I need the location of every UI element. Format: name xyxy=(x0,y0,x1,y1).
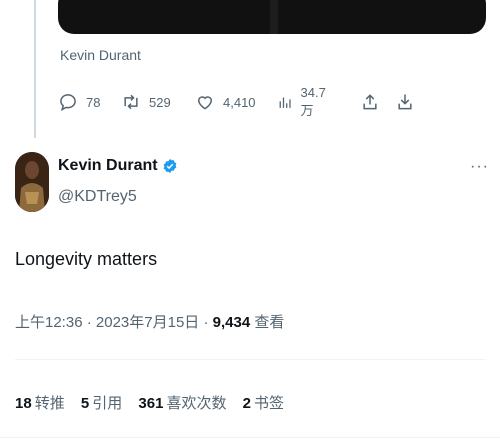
view-count: 34.7万 xyxy=(300,85,326,118)
bookmarks-label: 书签 xyxy=(253,395,284,412)
tweet-date[interactable]: 2023年7月15日 xyxy=(96,314,199,331)
views-button[interactable]: 34.7万 xyxy=(277,85,330,118)
tweet-meta: 上午12:36 · 2023年7月15日 · 9,434 查看 xyxy=(15,311,284,332)
likes-label: 喜欢次数 xyxy=(166,395,227,412)
like-button[interactable]: 4,410 xyxy=(195,90,256,114)
tweet-views-count: 9,434 xyxy=(212,314,251,331)
reply-button[interactable]: 78 xyxy=(58,90,100,114)
quotes-count: 5 xyxy=(80,395,90,412)
more-options-icon[interactable]: ··· xyxy=(470,158,489,176)
meta-separator: · xyxy=(203,314,209,331)
retweets-label: 转推 xyxy=(34,395,65,412)
retweet-count: 529 xyxy=(149,94,171,110)
avatar-image xyxy=(15,152,49,212)
likes-stat[interactable]: 361 喜欢次数 xyxy=(138,392,226,413)
bookmarks-count: 2 xyxy=(242,395,251,412)
retweets-count: 18 xyxy=(15,395,32,412)
reply-count: 78 xyxy=(86,94,101,110)
divider xyxy=(15,359,485,360)
quotes-stat[interactable]: 5 引用 xyxy=(81,392,122,413)
likes-count: 361 xyxy=(138,395,164,412)
retweet-button[interactable]: 529 xyxy=(121,90,171,114)
tweet-views-label: 查看 xyxy=(254,314,285,331)
verified-badge-icon xyxy=(163,159,176,173)
quotes-label: 引用 xyxy=(92,395,123,412)
share-button[interactable] xyxy=(360,90,380,114)
bookmarks-stat[interactable]: 2 书签 xyxy=(243,392,284,413)
tweet-time[interactable]: 上午12:36 xyxy=(15,314,83,331)
download-icon xyxy=(398,94,412,110)
analytics-icon xyxy=(279,97,291,108)
media-caption: Kevin Durant xyxy=(60,47,141,63)
thread-line xyxy=(34,0,36,138)
share-icon xyxy=(363,94,377,110)
engagement-stats: 18 转推 5 引用 361 喜欢次数 2 书签 xyxy=(15,392,296,413)
quoted-media-image[interactable] xyxy=(58,0,486,34)
like-count: 4,410 xyxy=(223,94,256,110)
retweet-icon xyxy=(124,94,138,110)
divider xyxy=(0,437,500,438)
author-handle[interactable]: @KDTrey5 xyxy=(58,188,137,206)
reply-icon xyxy=(60,94,76,111)
meta-separator: · xyxy=(86,314,92,331)
heart-icon xyxy=(197,96,213,110)
avatar[interactable] xyxy=(15,152,49,212)
author-name[interactable]: Kevin Durant xyxy=(58,157,178,175)
download-button[interactable] xyxy=(395,90,415,114)
author-name-text: Kevin Durant xyxy=(58,157,158,174)
tweet-text: Longevity matters xyxy=(15,249,158,269)
retweets-stat[interactable]: 18 转推 xyxy=(15,392,65,413)
